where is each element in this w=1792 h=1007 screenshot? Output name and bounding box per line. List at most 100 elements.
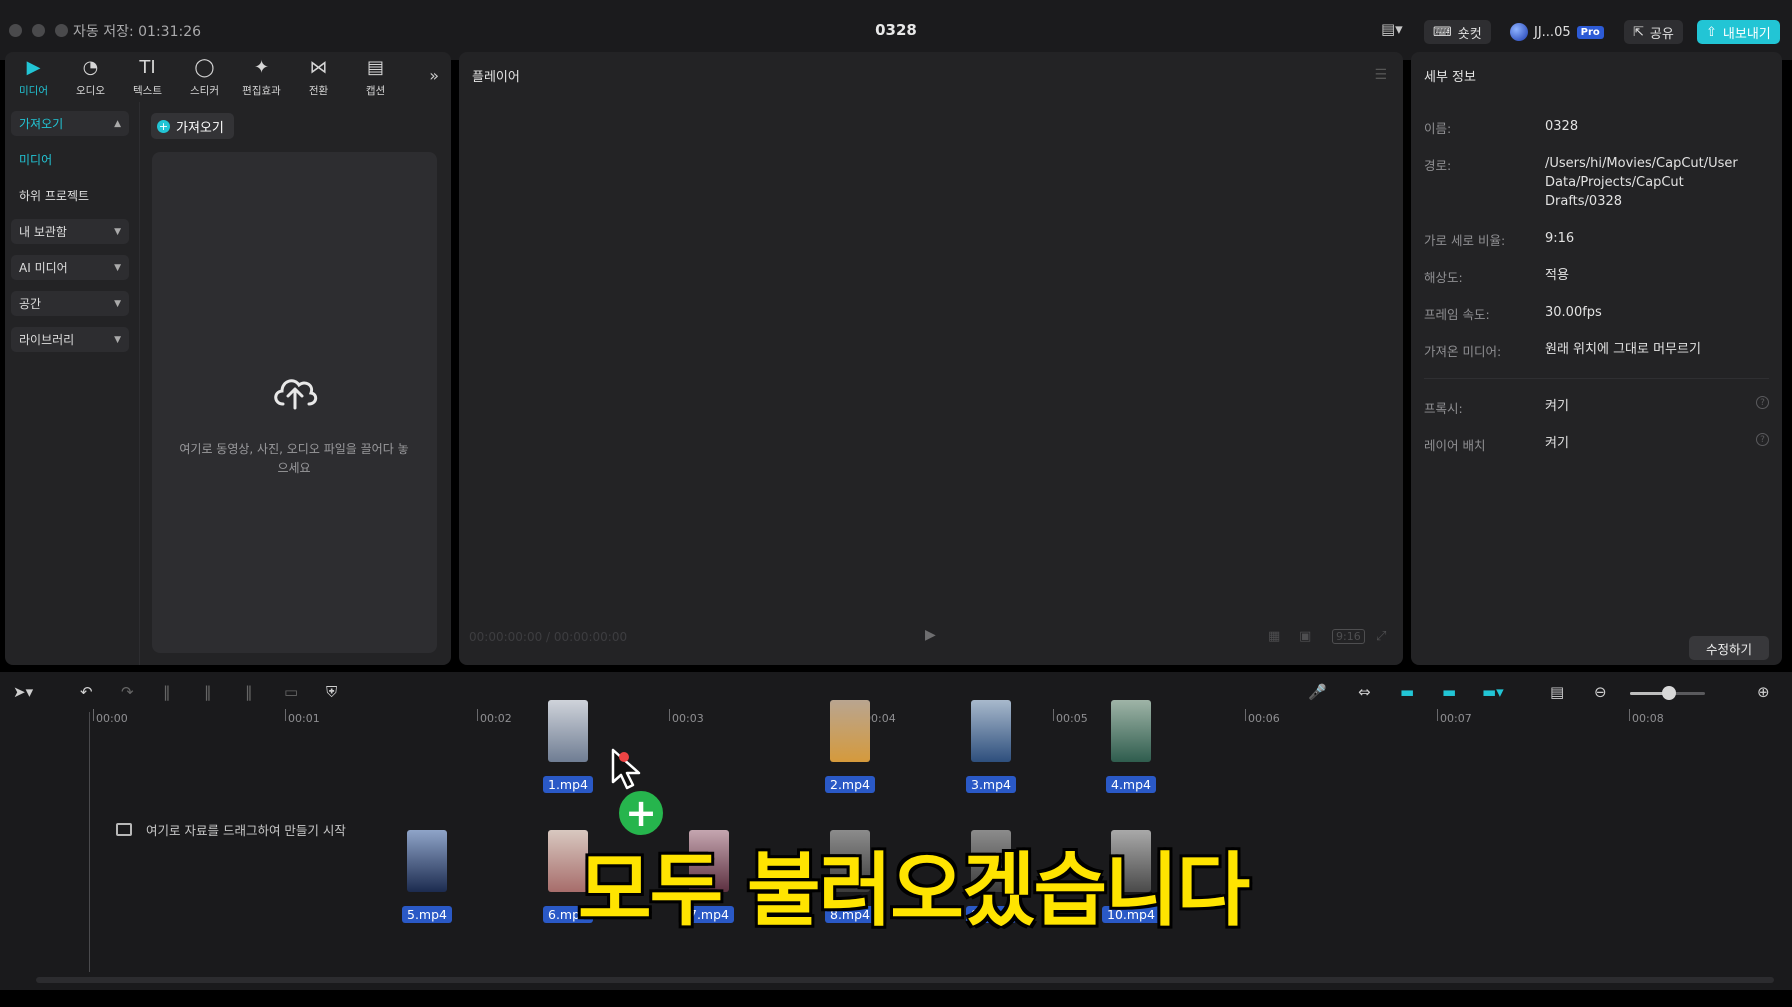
tab-text[interactable]: TI 텍스트: [119, 52, 176, 102]
detail-label-path: 경로:: [1424, 158, 1452, 173]
delete-icon[interactable]: ▭: [284, 683, 298, 701]
subtitle-caption: 모두 불러오겠습니다: [576, 843, 1251, 939]
keyboard-icon: ⌨: [1433, 24, 1452, 40]
user-account-button[interactable]: JJ...05 Pro: [1501, 20, 1613, 44]
detail-value-path: /Users/hi/Movies/CapCut/User Data/Projec…: [1545, 156, 1738, 209]
window-minimize-button[interactable]: [32, 24, 45, 37]
effects-icon: ✦: [253, 57, 270, 78]
clip-thumbnail[interactable]: [407, 830, 447, 892]
tab-transition[interactable]: ⋈ 전환: [290, 52, 347, 102]
ruler-tick-label: 00:03: [672, 712, 704, 725]
shield-icon[interactable]: ⛨: [326, 683, 337, 701]
select-tool-icon[interactable]: ➤▾: [13, 683, 33, 701]
tab-media[interactable]: ▶ 미디어: [5, 52, 62, 102]
clip-filename-label: 2.mp4: [825, 776, 875, 793]
chevron-down-icon: ▼: [114, 298, 121, 309]
clip-filename-label: 5.mp4: [402, 906, 452, 923]
tab-caption[interactable]: ▤ 캡션: [347, 52, 404, 102]
sidebar-item-import[interactable]: 가져오기 ▲: [11, 111, 129, 136]
ruler-tick: [669, 709, 670, 721]
trim-left-icon[interactable]: ‖: [204, 683, 212, 701]
detail-label-proxy: 프록시:: [1424, 401, 1463, 416]
caption-icon: ▤: [366, 57, 384, 78]
detail-label-resolution: 해상도:: [1424, 270, 1463, 285]
transition-icon: ⋈: [309, 57, 328, 78]
zoom-in-icon[interactable]: ⊕: [1757, 683, 1770, 701]
ruler-tick: [1053, 709, 1054, 721]
title-bar: 자동 저장: 01:31:26 0328 ▤▾ ⌨ 숏컷 JJ...05 Pro…: [0, 0, 1792, 60]
split-icon[interactable]: ‖: [163, 683, 171, 701]
window-close-button[interactable]: [9, 24, 22, 37]
menu-icon[interactable]: ☰: [1374, 67, 1387, 83]
fit-icon[interactable]: ▣: [1299, 629, 1311, 644]
trim-right-icon[interactable]: ‖: [245, 683, 253, 701]
microphone-icon[interactable]: 🎤: [1308, 683, 1327, 701]
clip-filename-label: 1.mp4: [543, 776, 593, 793]
export-icon: ⇧: [1706, 24, 1717, 40]
timeline-scrollbar[interactable]: [36, 977, 1774, 983]
player-panel: 플레이어 ☰ 00:00:00:00 / 00:00:00:00 ▶ ▦ ▣ 9…: [459, 52, 1403, 665]
playhead[interactable]: [89, 712, 90, 972]
help-icon[interactable]: ?: [1756, 396, 1769, 409]
shortcut-button[interactable]: ⌨ 숏컷: [1424, 20, 1491, 44]
clip-thumbnail[interactable]: [548, 700, 588, 762]
link-icon[interactable]: ⇔: [1358, 683, 1371, 701]
plus-icon: +: [157, 119, 170, 133]
fullscreen-icon[interactable]: ⤢: [1376, 629, 1386, 644]
layout-icon[interactable]: ▤▾: [1381, 20, 1403, 38]
sidebar-item-space[interactable]: 공간 ▼: [11, 291, 129, 316]
tab-audio[interactable]: ◔ 오디오: [62, 52, 119, 102]
sidebar-item-subprojects[interactable]: 하위 프로젝트: [11, 183, 129, 208]
share-button[interactable]: ⇱ 공유: [1624, 20, 1683, 44]
cloud-upload-icon: [274, 379, 318, 410]
ruler-tick: [1629, 709, 1630, 721]
chevron-up-icon: ▲: [114, 118, 121, 129]
sidebar-item-my-library[interactable]: 내 보관함 ▼: [11, 219, 129, 244]
text-icon: TI: [139, 57, 156, 78]
detail-value-aspect-ratio: 9:16: [1545, 231, 1575, 246]
clip-thumbnail[interactable]: [830, 700, 870, 762]
snap-icon[interactable]: ▬: [1442, 683, 1456, 701]
player-timecode: 00:00:00:00 / 00:00:00:00: [469, 630, 628, 644]
zoom-slider-handle[interactable]: [1662, 686, 1676, 700]
detail-label-name: 이름:: [1424, 121, 1452, 136]
sidebar-item-ai-media[interactable]: AI 미디어 ▼: [11, 255, 129, 280]
magnet-icon[interactable]: ▬: [1400, 683, 1414, 701]
ruler-tick-label: 00:07: [1440, 712, 1472, 725]
more-tools-icon[interactable]: »: [429, 66, 439, 85]
caption-track-icon[interactable]: ▤: [1550, 683, 1564, 701]
edit-button[interactable]: 수정하기: [1689, 636, 1769, 660]
sticker-icon: ◯: [194, 57, 215, 78]
window-zoom-button[interactable]: [55, 24, 68, 37]
undo-icon[interactable]: ↶: [80, 683, 93, 701]
help-icon[interactable]: ?: [1756, 433, 1769, 446]
share-icon: ⇱: [1633, 24, 1644, 40]
details-divider: [1424, 378, 1769, 379]
detail-label-aspect-ratio: 가로 세로 비율:: [1424, 233, 1506, 248]
play-icon[interactable]: ▶: [925, 627, 936, 643]
mouse-cursor-icon: [611, 748, 641, 790]
chevron-down-icon: ▼: [114, 226, 121, 237]
redo-icon[interactable]: ↷: [121, 683, 134, 701]
clip-thumbnail[interactable]: [971, 700, 1011, 762]
media-drop-zone[interactable]: 여기로 동영상, 사진, 오디오 파일을 끌어다 놓으세요: [152, 152, 437, 653]
media-icon: ▶: [26, 57, 41, 78]
sidebar-item-media[interactable]: 미디어: [11, 147, 129, 172]
sidebar-item-library[interactable]: 라이브러리 ▼: [11, 327, 129, 352]
clip-thumbnail[interactable]: [1111, 700, 1151, 762]
chevron-down-icon: ▼: [114, 262, 121, 273]
zoom-out-icon[interactable]: ⊖: [1594, 683, 1607, 701]
export-button[interactable]: ⇧ 내보내기: [1697, 20, 1780, 44]
grid-icon[interactable]: ▦: [1268, 629, 1280, 644]
player-title: 플레이어: [472, 70, 520, 85]
tab-sticker[interactable]: ◯ 스티커: [176, 52, 233, 102]
detail-label-layer: 레이어 배치: [1424, 438, 1486, 453]
pro-badge: Pro: [1576, 25, 1604, 39]
drop-zone-text: 여기로 동영상, 사진, 오디오 파일을 끌어다 놓으세요: [179, 442, 409, 475]
preview-axis-icon[interactable]: ▬▾: [1482, 683, 1504, 701]
ratio-button[interactable]: 9:16: [1332, 629, 1365, 644]
details-title: 세부 정보: [1424, 70, 1476, 85]
tab-effects[interactable]: ✦ 편집효과: [233, 52, 290, 102]
import-button[interactable]: + 가져오기: [151, 113, 234, 139]
clip-filename-label: 3.mp4: [966, 776, 1016, 793]
